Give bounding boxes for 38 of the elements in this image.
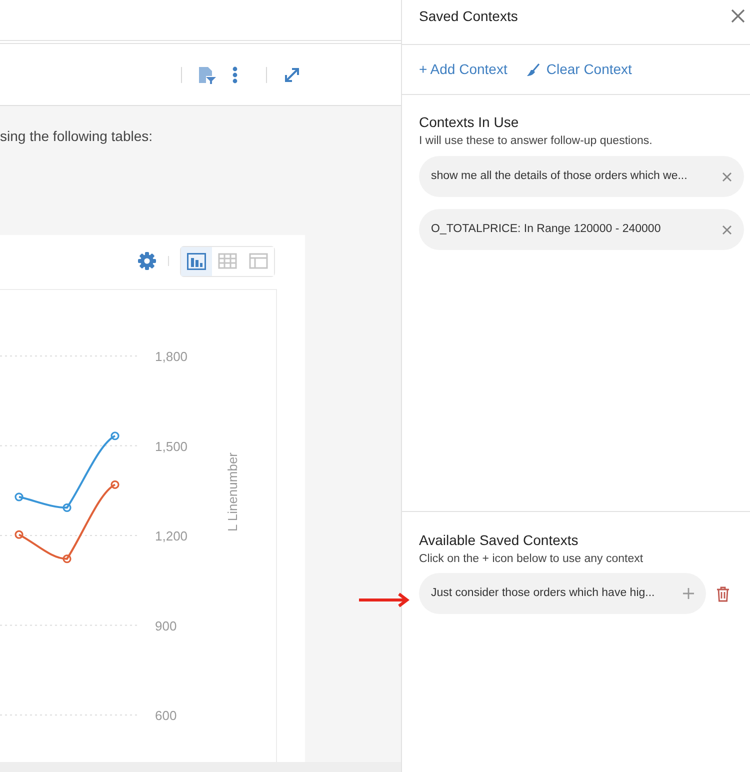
filter-document-icon[interactable] <box>197 64 217 84</box>
data-point <box>62 554 72 564</box>
broom-icon <box>526 62 540 76</box>
context-text: show me all the details of those orders which we... <box>431 168 688 184</box>
panel-title: Saved Contexts <box>419 7 518 26</box>
chart-view-button[interactable] <box>181 246 212 276</box>
add-icon[interactable] <box>683 588 694 599</box>
data-point <box>14 530 24 539</box>
axis-tick-label: 1,800 <box>155 349 188 364</box>
section-title: Contexts In Use <box>419 113 520 131</box>
settings-icon[interactable] <box>137 251 157 271</box>
axis-tick-label: 600 <box>155 708 177 723</box>
context-text: O_TOTALPRICE: In Range 120000 - 240000 <box>431 222 661 237</box>
grid-icon <box>218 253 237 269</box>
table-icon <box>249 253 268 269</box>
trash-icon[interactable] <box>716 586 730 602</box>
data-point <box>110 480 120 489</box>
axis-tick-label: 1,500 <box>155 438 188 454</box>
data-point <box>14 492 24 502</box>
clear-context-button[interactable]: Clear Context <box>526 59 632 80</box>
expand-icon[interactable] <box>283 66 301 84</box>
bar-chart-icon <box>187 252 206 270</box>
message-text: sing the following tables: <box>0 127 154 145</box>
remove-icon[interactable] <box>722 224 732 234</box>
data-point <box>62 503 72 512</box>
section-subtitle: I will use these to answer follow-up questions. <box>419 134 654 149</box>
section-subtitle: Click on the + icon below to use any context <box>419 552 644 567</box>
remove-icon[interactable] <box>722 172 732 182</box>
section-title: Available Saved Contexts <box>419 531 580 549</box>
add-context-button[interactable]: + Add Context <box>419 59 508 80</box>
more-options-icon[interactable] <box>232 66 238 84</box>
context-text: Just consider those orders which have hig... <box>431 586 655 601</box>
annotation-arrow-icon <box>358 592 411 608</box>
axis-title: L Linenumber <box>225 452 240 532</box>
axis-tick-label: 1,200 <box>155 528 188 544</box>
data-point <box>110 432 120 440</box>
close-icon[interactable] <box>731 9 745 23</box>
axis-tick-label: 900 <box>155 618 177 634</box>
